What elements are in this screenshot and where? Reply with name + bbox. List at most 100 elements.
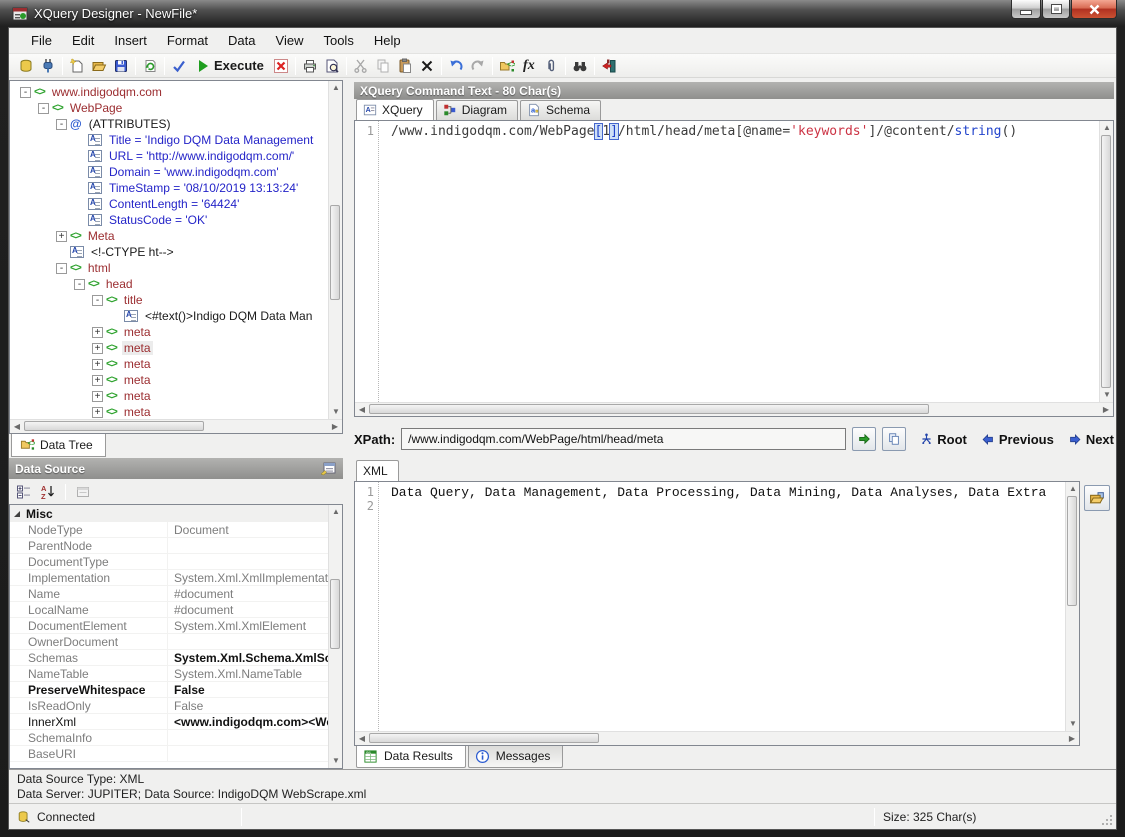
results-horizontal-scrollbar[interactable]: ◀ ▶ — [355, 731, 1079, 745]
menu-file[interactable]: File — [21, 29, 62, 52]
tree-expander[interactable] — [92, 327, 103, 338]
minimize-button[interactable] — [1011, 0, 1041, 19]
menu-tools[interactable]: Tools — [313, 29, 363, 52]
results-vertical-scrollbar[interactable]: ▲ ▼ — [1065, 482, 1079, 731]
menu-format[interactable]: Format — [157, 29, 218, 52]
tree-expander[interactable] — [92, 375, 103, 386]
undo-icon[interactable] — [445, 55, 467, 77]
property-row[interactable]: DocumentElementSystem.Xml.XmlElement — [10, 618, 328, 634]
tree-expander[interactable] — [92, 391, 103, 402]
property-pages-icon[interactable] — [72, 482, 94, 502]
xquery-code-line[interactable]: /www.indigodqm.com/WebPage[1]/html/head/… — [379, 121, 1099, 402]
properties-icon[interactable] — [320, 461, 337, 476]
menu-insert[interactable]: Insert — [104, 29, 157, 52]
property-category[interactable]: Misc — [10, 505, 328, 522]
scroll-down-icon[interactable]: ▼ — [329, 405, 342, 419]
scroll-thumb[interactable] — [369, 733, 599, 743]
tree-node-label[interactable]: meta — [122, 405, 153, 419]
scroll-right-icon[interactable]: ▶ — [328, 420, 342, 434]
categorized-view-icon[interactable] — [13, 482, 35, 502]
scroll-thumb[interactable] — [1101, 135, 1111, 388]
refresh-icon[interactable] — [139, 55, 161, 77]
title-bar[interactable]: XQuery Designer - NewFile* — [0, 0, 1125, 27]
tree-expander[interactable] — [20, 87, 31, 98]
tree-node-label[interactable]: (ATTRIBUTES) — [87, 117, 173, 131]
xml-tree-icon[interactable]: <> — [496, 55, 518, 77]
tree-vertical-scrollbar[interactable]: ▲ ▼ — [328, 81, 342, 419]
scroll-right-icon[interactable]: ▶ — [1099, 403, 1113, 417]
scroll-thumb[interactable] — [369, 404, 929, 414]
scroll-up-icon[interactable]: ▲ — [1100, 121, 1113, 135]
print-icon[interactable] — [299, 55, 321, 77]
tree-node-label[interactable]: title — [122, 293, 145, 307]
scroll-thumb[interactable] — [24, 421, 204, 431]
save-icon[interactable] — [110, 55, 132, 77]
scroll-down-icon[interactable]: ▼ — [329, 754, 343, 768]
xpath-next-button[interactable]: Next — [1068, 432, 1114, 447]
tree-node-label[interactable]: TimeStamp = '08/10/2019 13:13:24' — [107, 181, 300, 195]
paste-icon[interactable] — [394, 55, 416, 77]
tree-node-label[interactable]: Meta — [86, 229, 117, 243]
property-row[interactable]: PreserveWhitespaceFalse — [10, 682, 328, 698]
xml-tree-view[interactable]: www.indigodqm.com WebPage (ATTRIBUTES) T… — [10, 81, 328, 419]
tree-node-label[interactable]: <!-CTYPE ht--> — [89, 245, 176, 259]
tree-node-label[interactable]: ContentLength = '64424' — [107, 197, 241, 211]
tab-data-results[interactable]: XML Data Results — [356, 746, 466, 768]
close-button[interactable] — [1071, 0, 1117, 19]
connect-database-icon[interactable] — [15, 55, 37, 77]
tree-expander[interactable] — [56, 263, 67, 274]
xpath-input[interactable] — [401, 428, 846, 450]
tab-xquery[interactable]: A XQuery — [356, 99, 434, 120]
execute-play-icon[interactable] — [190, 55, 212, 77]
xpath-go-button[interactable] — [852, 427, 876, 451]
scroll-down-icon[interactable]: ▼ — [1100, 388, 1113, 402]
cut-icon[interactable] — [350, 55, 372, 77]
tab-messages[interactable]: Messages — [468, 746, 564, 768]
new-file-icon[interactable] — [66, 55, 88, 77]
delete-icon[interactable] — [416, 55, 438, 77]
scroll-left-icon[interactable]: ◀ — [355, 403, 369, 417]
tree-expander[interactable] — [38, 103, 49, 114]
xpath-copy-button[interactable] — [882, 427, 906, 451]
tree-horizontal-scrollbar[interactable]: ◀ ▶ — [10, 419, 342, 433]
results-text[interactable]: Data Query, Data Management, Data Proces… — [379, 482, 1065, 731]
tree-node-label[interactable]: meta — [122, 341, 153, 355]
scroll-thumb[interactable] — [1067, 496, 1077, 606]
tree-node-label[interactable]: Title = 'Indigo DQM Data Management — [107, 133, 315, 147]
redo-icon[interactable] — [467, 55, 489, 77]
property-row[interactable]: ParentNode — [10, 538, 328, 554]
menu-help[interactable]: Help — [364, 29, 411, 52]
tree-node-label[interactable]: head — [104, 277, 135, 291]
scroll-down-icon[interactable]: ▼ — [1066, 717, 1079, 731]
function-fx-icon[interactable]: fx — [518, 55, 540, 77]
tree-expander[interactable] — [92, 407, 103, 418]
tree-node-label[interactable]: meta — [122, 373, 153, 387]
tree-node-label[interactable]: meta — [122, 325, 153, 339]
property-row[interactable]: LocalName#document — [10, 602, 328, 618]
tree-node-label[interactable]: WebPage — [68, 101, 124, 115]
tab-data-tree[interactable]: <> Data Tree — [11, 434, 106, 457]
scroll-up-icon[interactable]: ▲ — [1066, 482, 1079, 496]
xquery-editor[interactable]: 1 /www.indigodqm.com/WebPage[1]/html/hea… — [354, 120, 1114, 417]
tree-expander[interactable] — [56, 231, 67, 242]
property-row[interactable]: DocumentType — [10, 554, 328, 570]
tree-node-label[interactable]: <#text()>Indigo DQM Data Man — [143, 309, 314, 323]
scroll-right-icon[interactable]: ▶ — [1065, 732, 1079, 746]
scroll-thumb[interactable] — [330, 579, 340, 649]
execute-button[interactable]: Execute — [214, 58, 264, 73]
validate-check-icon[interactable] — [168, 55, 190, 77]
tree-expander[interactable] — [92, 295, 103, 306]
print-preview-icon[interactable] — [321, 55, 343, 77]
scroll-left-icon[interactable]: ◀ — [10, 420, 24, 434]
tree-node-label[interactable]: html — [86, 261, 113, 275]
menu-edit[interactable]: Edit — [62, 29, 104, 52]
xpath-previous-button[interactable]: Previous — [981, 432, 1054, 447]
tree-expander[interactable] — [92, 359, 103, 370]
open-results-button[interactable] — [1084, 485, 1110, 511]
scroll-up-icon[interactable]: ▲ — [329, 81, 342, 95]
tab-diagram[interactable]: Diagram — [436, 100, 518, 120]
tree-expander[interactable] — [92, 343, 103, 354]
xpath-root-button[interactable]: Root — [920, 432, 967, 447]
attachment-paperclip-icon[interactable] — [540, 55, 562, 77]
open-file-icon[interactable] — [88, 55, 110, 77]
